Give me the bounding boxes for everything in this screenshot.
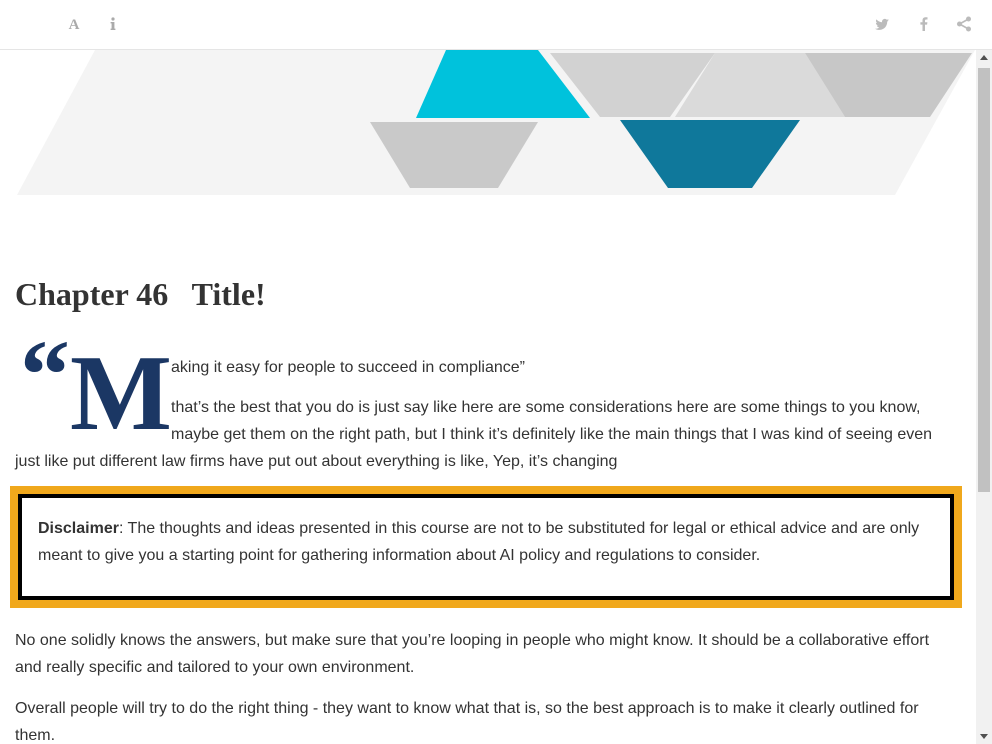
disclaimer-text: Disclaimer: The thoughts and ideas prese… (38, 520, 919, 564)
twitter-icon[interactable] (872, 14, 892, 34)
disclaimer-box: Disclaimer: The thoughts and ideas prese… (10, 486, 962, 608)
chapter-title: Chapter 46 Title! (15, 276, 266, 312)
font-size-icon[interactable]: A (64, 15, 84, 35)
banner-graphic (17, 50, 975, 195)
drop-cap-spacer (15, 394, 171, 448)
paragraph-1: that’s the best that you do is just say … (15, 394, 960, 475)
scroll-thumb[interactable] (978, 68, 990, 492)
scroll-up-arrow-icon[interactable] (976, 50, 992, 66)
scroll-down-arrow-icon[interactable] (976, 728, 992, 744)
share-icon[interactable] (954, 14, 974, 34)
pull-quote-text: aking it easy for people to succeed in c… (171, 359, 525, 376)
disclaimer-inner: Disclaimer: The thoughts and ideas prese… (18, 494, 954, 600)
disclaimer-body: : The thoughts and ideas presented in th… (38, 520, 920, 564)
chapter-content: Chapter 46 Title! “ M aking it easy for … (0, 50, 976, 744)
paragraph-2: No one solidly knows the answers, but ma… (15, 632, 930, 676)
facebook-icon[interactable] (914, 14, 934, 34)
top-toolbar: A (0, 0, 992, 50)
vertical-scrollbar[interactable] (976, 50, 992, 744)
disclaimer-label: Disclaimer (38, 520, 119, 537)
info-icon[interactable] (103, 14, 123, 34)
paragraph-3: Overall people will try to do the right … (15, 700, 919, 744)
